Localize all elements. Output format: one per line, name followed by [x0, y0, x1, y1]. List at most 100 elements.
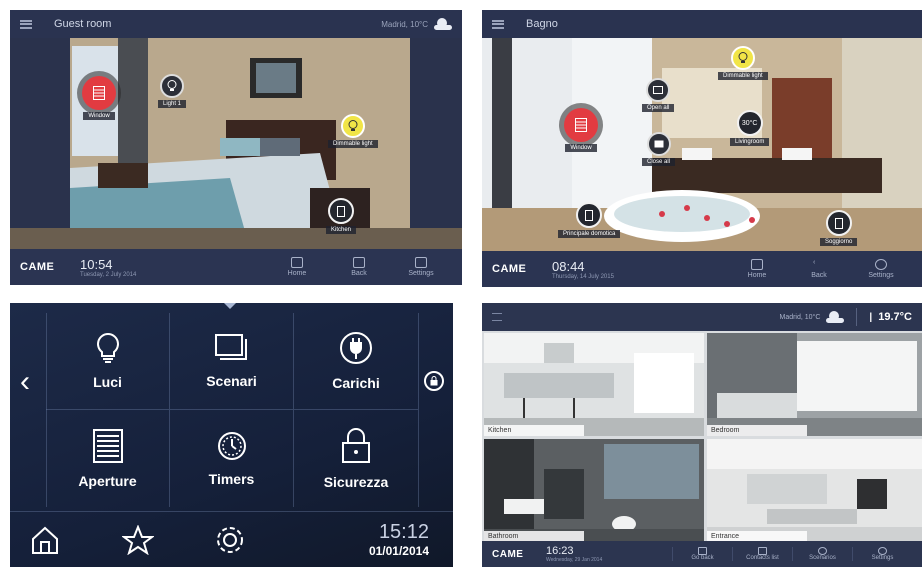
tile-scenari[interactable]: Scenari: [170, 313, 294, 410]
tile-label: Aperture: [78, 472, 137, 489]
home-button[interactable]: Home: [726, 259, 788, 279]
settings-button[interactable]: Settings: [850, 259, 912, 279]
hotspot-label: Dimmable light: [718, 72, 768, 80]
pull-down-indicator[interactable]: [224, 303, 236, 309]
bedroom-illustration: [10, 38, 462, 249]
hotspot-light-1[interactable]: Light 1: [158, 74, 187, 108]
shutter-icon: [646, 78, 671, 102]
hotspot-label: Window: [83, 112, 115, 120]
door-icon: [825, 210, 852, 236]
home-icon[interactable]: [30, 525, 60, 555]
settings-label: Settings: [408, 270, 434, 277]
function-grid: Luci Scenari Carichi Aperture Timers Sic…: [46, 313, 418, 507]
hotspot-open-all[interactable]: Open all: [642, 78, 675, 112]
clock-date: Wednesday, 29 Jan 2014: [546, 557, 603, 563]
main-menu-panel: ‹ Luci Scenari Carichi Aperture Timers S…: [10, 303, 453, 567]
star-icon[interactable]: [122, 524, 154, 555]
go-back-button[interactable]: Go back: [672, 547, 732, 561]
plug-icon: [340, 332, 372, 364]
settings-button[interactable]: Settings: [852, 547, 912, 561]
gear-icon: [818, 547, 827, 555]
menu-icon[interactable]: [492, 313, 502, 321]
tile-timers[interactable]: Timers: [170, 410, 294, 507]
back-icon: [353, 257, 365, 268]
tile-label: Sicurezza: [323, 473, 389, 490]
lightbulb-icon: [340, 114, 365, 138]
chevron-left-icon[interactable]: ‹: [20, 365, 30, 399]
contacts-list-button[interactable]: Contacts list: [732, 547, 792, 561]
room-tile-entrance[interactable]: Entrance: [707, 439, 922, 542]
menu-icon[interactable]: [20, 19, 32, 29]
hotspot-label: Kitchen: [326, 226, 357, 234]
timer-icon: [217, 431, 246, 460]
home-icon: [698, 547, 707, 555]
tile-carichi[interactable]: Carichi: [294, 313, 418, 410]
gear-icon: [875, 259, 887, 270]
hotspot-close-all[interactable]: Close all: [642, 132, 676, 166]
room-tile-bedroom[interactable]: Bedroom: [707, 333, 922, 436]
bottom-bar: 15:12 01/01/2014: [10, 511, 453, 567]
menu-icon[interactable]: [492, 19, 504, 29]
hotspot-principale-domotica[interactable]: Principale domotica: [558, 202, 621, 238]
hotspot-soggiorno[interactable]: Soggiorno: [820, 210, 858, 246]
home-button[interactable]: Home: [266, 257, 328, 277]
door-icon: [328, 198, 354, 224]
back-icon: ‹: [813, 259, 816, 266]
hotspot-dimmable-light[interactable]: Dimmable light: [718, 46, 768, 80]
clock-time: 16:23: [546, 545, 574, 557]
top-bar: Guest room Madrid, 10°C: [10, 10, 462, 38]
tile-label: Timers: [208, 470, 255, 487]
hotspot-window[interactable]: Window: [82, 76, 116, 120]
tile-luci[interactable]: Luci: [46, 313, 170, 410]
hotspot-dimmable-light[interactable]: Dimmable light: [328, 114, 378, 148]
contacts-list-label: Contacts list: [746, 555, 779, 561]
clock-time: 08:44: [552, 258, 585, 274]
scenarios-button[interactable]: Scenarios: [792, 547, 852, 561]
brand-logo: CAME: [20, 261, 55, 273]
brand-logo: CAME: [492, 548, 524, 560]
thermometer-icon: |: [869, 311, 873, 323]
back-label: Back: [811, 272, 827, 279]
back-button[interactable]: ‹ Back: [788, 259, 850, 279]
settings-button[interactable]: Settings: [390, 257, 452, 277]
window-icon: [82, 76, 116, 110]
back-label: Back: [351, 270, 367, 277]
room-label: Bedroom: [707, 425, 807, 436]
guest-room-panel: Guest room Madrid, 10°C Window Light 1 D…: [10, 10, 462, 285]
clock-time: 10:54: [80, 256, 113, 272]
room-tile-bathroom[interactable]: Bathroom: [484, 439, 704, 542]
shutter-icon: [92, 428, 123, 463]
top-bar: Bagno: [482, 10, 922, 38]
home-label: Home: [287, 270, 307, 277]
tile-label: Carichi: [332, 375, 380, 391]
scenes-icon: [214, 334, 247, 360]
bottom-bar: CAME 10:54 Tuesday, 2 July 2014 Home Bac…: [10, 249, 462, 285]
clock: 10:54 Tuesday, 2 July 2014: [80, 257, 136, 278]
weather-text: Madrid, 10°C: [381, 19, 428, 29]
bedroom-photo: [707, 333, 922, 436]
gear-icon[interactable]: [214, 524, 246, 556]
go-back-label: Go back: [691, 555, 714, 561]
tile-aperture[interactable]: Aperture: [46, 410, 170, 507]
clock-date: Tuesday, 2 July 2014: [80, 271, 137, 278]
clock-time: 15:12: [378, 521, 429, 543]
divider: [418, 313, 419, 507]
hotspot-kitchen[interactable]: Kitchen: [326, 198, 357, 234]
hotspot-label: Close all: [642, 158, 676, 166]
hotspot-window[interactable]: Window: [564, 108, 598, 152]
tile-sicurezza[interactable]: Sicurezza: [294, 410, 418, 507]
entrance-photo: [707, 439, 922, 542]
bottom-bar: CAME 08:44 Thursday, 14 July 2015 Home ‹…: [482, 251, 922, 287]
temperature-reading: 19.7°C: [878, 311, 912, 323]
lightbulb-icon: [96, 332, 119, 363]
home-label: Home: [747, 272, 767, 279]
hotspot-livingroom[interactable]: 30°C Livingroom: [730, 110, 770, 146]
room-tile-kitchen[interactable]: Kitchen: [484, 333, 704, 436]
back-button[interactable]: Back: [328, 257, 390, 277]
lock-toggle-icon[interactable]: [424, 371, 444, 391]
clock: 16:23 Wednesday, 29 Jan 2014: [546, 545, 602, 563]
settings-label: Settings: [871, 555, 894, 561]
lightbulb-icon: [160, 74, 184, 98]
kitchen-photo: [484, 333, 704, 436]
bottom-bar: CAME 16:23 Wednesday, 29 Jan 2014 Go bac…: [482, 541, 922, 567]
